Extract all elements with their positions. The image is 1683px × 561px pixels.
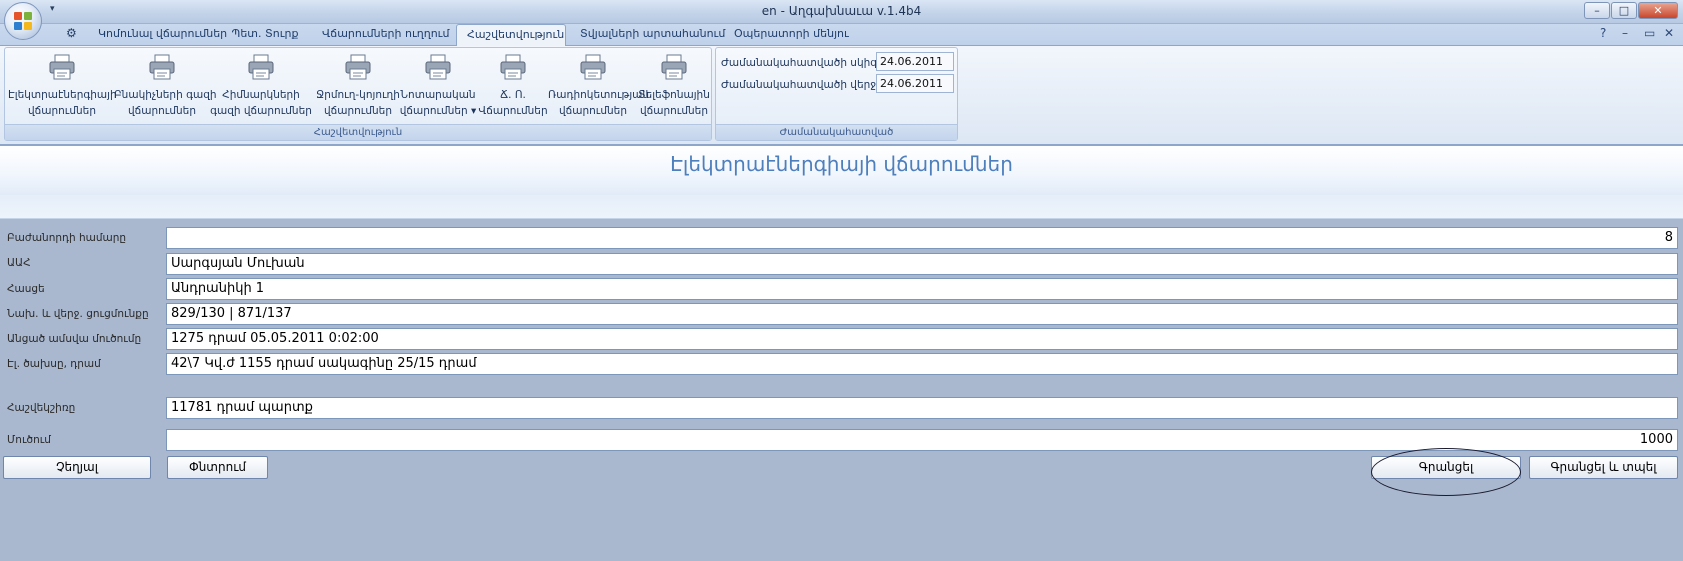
report-telephone-label: Տելեֆոնային վճարումներ [638, 89, 710, 117]
period-end-input[interactable]: 24.06.2011 [876, 74, 954, 93]
tab-reports[interactable]: Հաշվետվություն [456, 24, 566, 46]
report-telephone-button[interactable]: Տելեֆոնային վճարումներ [638, 50, 710, 126]
tab-state-duty[interactable]: Պետ. Տուրք [220, 24, 310, 45]
page-title: Էլեկտրաէներգիայի վճարումներ [670, 152, 1013, 176]
office-logo-icon [14, 12, 32, 30]
period-end-label: Ժամանակահատվածի վերջ [721, 79, 877, 91]
printer-icon [661, 54, 687, 80]
app-menu-button[interactable] [4, 2, 42, 40]
report-institution-gas-button[interactable]: Հիմնարկների գազի վճարումներ [210, 50, 312, 126]
address-label: Հասցե [7, 283, 45, 295]
report-radio-label: Ռադիոկետության վճարումներ [548, 89, 650, 117]
tab-payment-correction[interactable]: Վճարումների ուղղում [312, 24, 452, 45]
doc-close-icon[interactable]: ✕ [1664, 26, 1674, 40]
last-payment-label: Անցած ամսվա մուծումը [7, 333, 142, 345]
printer-icon [345, 54, 371, 80]
cancel-button[interactable]: Չեղյալ [3, 456, 151, 479]
tab-data-export[interactable]: Տվյալների արտահանում [570, 24, 725, 45]
report-electricity-button[interactable]: Էլեկտրաէներգիայի վճարումներ [8, 50, 117, 126]
printer-icon [425, 54, 451, 80]
subscriber-number-input[interactable]: 8 [166, 227, 1678, 249]
balance-label: Հաշվեկշիռը [7, 402, 76, 414]
close-button[interactable]: ✕ [1638, 2, 1678, 19]
report-water-button[interactable]: Ջրմուղ-կոյուղի վճարումներ [312, 50, 404, 126]
minimize-button[interactable]: – [1584, 2, 1610, 19]
report-water-label: Ջրմուղ-կոյուղի վճարումներ [316, 89, 400, 117]
period-group-caption: Ժամանակահատված [716, 124, 957, 140]
reports-group-caption: Հաշվետվություն [5, 124, 711, 140]
payment-label: Մուծում [7, 434, 51, 446]
report-notary-label: Նոտարական վճարումներ ▾ [399, 89, 477, 117]
header-divider [0, 195, 1683, 219]
readings-input[interactable]: 829/130 | 871/137 [166, 303, 1678, 325]
balance-input[interactable]: 11781 դրամ պարտք [166, 397, 1678, 419]
printer-icon [248, 54, 274, 80]
doc-minimize-icon[interactable]: – [1622, 26, 1628, 40]
record-and-print-button[interactable]: Գրանցել և տպել [1529, 456, 1678, 479]
printer-icon [580, 54, 606, 80]
name-input[interactable]: Սարգսյան Մուխան [166, 253, 1678, 275]
report-electricity-label: Էլեկտրաէներգիայի վճարումներ [8, 89, 117, 117]
hand-drawn-highlight-ellipse [1371, 448, 1521, 496]
report-resident-gas-button[interactable]: Բնակիչների գազի վճարումներ [114, 50, 217, 126]
printer-icon [500, 54, 526, 80]
tab-utility-payments[interactable]: Կոմունալ վճարումներ [88, 24, 227, 45]
printer-icon [149, 54, 175, 80]
address-input[interactable]: Անդրանիկի 1 [166, 278, 1678, 300]
report-institution-gas-label: Հիմնարկների գազի վճարումներ [210, 89, 312, 117]
consumption-label: Էլ. ծախսը, դրամ [7, 358, 101, 370]
help-icon[interactable]: ? [1600, 26, 1606, 40]
search-button[interactable]: Փնտրում [167, 456, 268, 479]
period-start-input[interactable]: 24.06.2011 [876, 52, 954, 71]
period-start-label: Ժամանակահատվածի սկիզբ [721, 57, 884, 69]
report-road-police-button[interactable]: Ճ. Ո. Վճարումներ [478, 50, 548, 126]
window-title: en - Աղգախնաւա v.1.4b4 [761, 4, 922, 18]
tab-operator-menu[interactable]: Օպերատորի մենյու [724, 24, 854, 45]
last-payment-input[interactable]: 1275 դրամ 05.05.2011 0:02:00 [166, 328, 1678, 350]
report-notary-button[interactable]: Նոտարական վճարումներ ▾ [396, 50, 480, 126]
report-resident-gas-label: Բնակիչների գազի վճարումներ [114, 89, 217, 117]
readings-label: Նախ. և վերջ. ցուցմունքը [7, 308, 149, 320]
name-label: ԱԱՀ [7, 257, 31, 269]
consumption-input[interactable]: 42\7 Կվ.ժ 1155 դրամ սակագինը 25/15 դրամ [166, 353, 1678, 375]
report-radio-button[interactable]: Ռադիոկետության վճարումներ [548, 50, 650, 126]
report-road-police-label: Ճ. Ո. Վճարումներ [478, 89, 548, 117]
qat-help-icon[interactable]: ⚙ [66, 26, 77, 40]
maximize-button[interactable]: □ [1611, 2, 1637, 19]
doc-restore-icon[interactable]: ▭ [1644, 26, 1655, 40]
printer-icon [49, 54, 75, 80]
subscriber-number-label: Բաժանորդի համարը [7, 232, 127, 244]
